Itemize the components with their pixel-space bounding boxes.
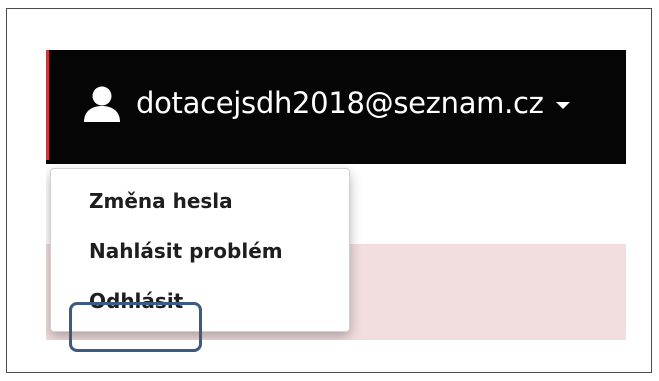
app-screenshot: dotacejsdh2018@seznam.cz Změna hesla Nah… [46, 50, 626, 340]
logout-highlight-box [69, 302, 202, 352]
accent-edge [46, 50, 49, 160]
caret-down-icon [555, 101, 570, 109]
user-icon [84, 86, 120, 122]
user-email: dotacejsdh2018@seznam.cz [136, 86, 544, 120]
menu-item-change-password[interactable]: Změna hesla [89, 189, 233, 213]
user-menu-toggle[interactable]: dotacejsdh2018@seznam.cz [82, 80, 570, 126]
menu-item-report-problem[interactable]: Nahlásit problém [89, 239, 283, 263]
